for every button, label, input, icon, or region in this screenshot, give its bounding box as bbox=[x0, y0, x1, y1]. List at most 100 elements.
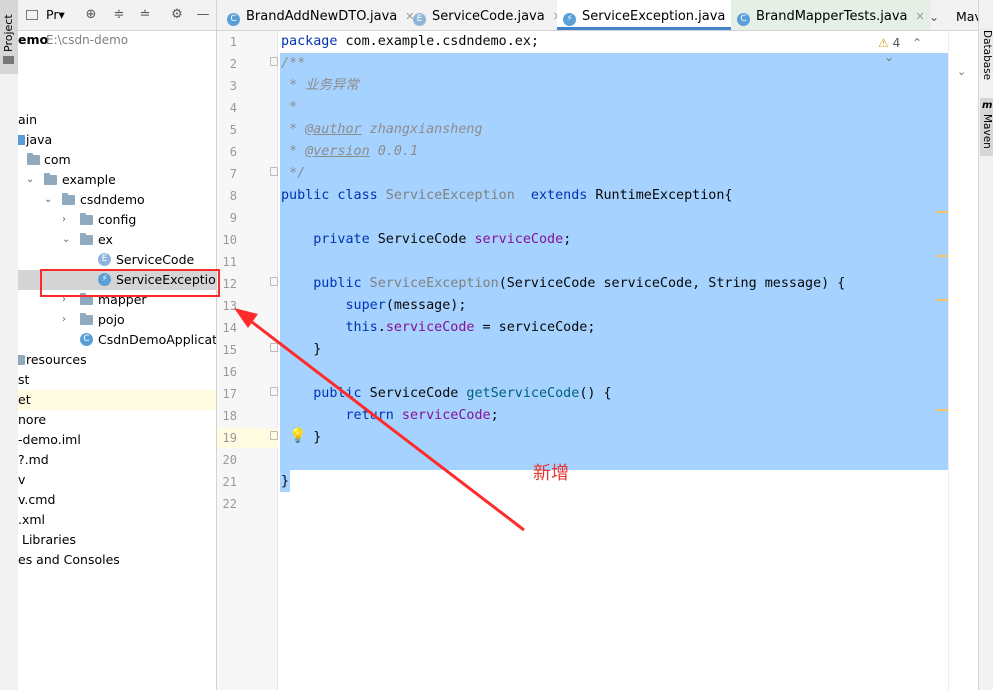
tree-item-label: ex bbox=[98, 232, 113, 247]
annotation-label: 新增 bbox=[533, 463, 569, 484]
tree-item-com[interactable]: com bbox=[18, 150, 216, 170]
change-marker[interactable] bbox=[936, 211, 948, 213]
tree-item-label: ServiceCode bbox=[116, 252, 195, 267]
tree-item-label: es and Consoles bbox=[18, 552, 120, 567]
line-number: 8 bbox=[229, 189, 237, 203]
fold-marker-icon[interactable] bbox=[270, 277, 278, 286]
tree-item-label: pojo bbox=[98, 312, 125, 327]
chevron-down-icon[interactable]: ⌄ bbox=[44, 190, 52, 210]
lightbulb-icon[interactable]: 💡 bbox=[289, 428, 306, 444]
inspection-widget[interactable]: ⚠ 4 ⌃ ⌄ bbox=[878, 36, 938, 64]
project-root-row[interactable]: emo E:\csdn-demo bbox=[18, 30, 216, 50]
tree-item-label: com bbox=[44, 152, 71, 167]
package-icon bbox=[80, 233, 93, 245]
chevron-up-icon[interactable]: ⌃ bbox=[912, 36, 922, 50]
change-marker[interactable] bbox=[936, 409, 948, 411]
tree-item-main[interactable]: ain bbox=[18, 110, 216, 130]
line-number: 15 bbox=[222, 343, 237, 357]
tree-item-label: java bbox=[26, 132, 53, 147]
fold-marker-icon[interactable] bbox=[270, 431, 278, 440]
tree-item-iml[interactable]: -demo.iml bbox=[18, 430, 216, 450]
tree-item-pojo[interactable]: › pojo bbox=[18, 310, 216, 330]
fold-marker-icon[interactable] bbox=[270, 387, 278, 396]
tree-item-label: ain bbox=[18, 112, 38, 127]
close-icon[interactable]: ✕ bbox=[916, 10, 925, 23]
project-root-name: emo bbox=[18, 32, 49, 47]
tab-overflow-menu[interactable]: ⌄ bbox=[929, 0, 939, 30]
resources-folder-icon bbox=[18, 355, 25, 365]
hide-panel-icon[interactable]: — bbox=[196, 8, 210, 22]
tree-item-config[interactable]: › config bbox=[18, 210, 216, 230]
database-tool-tab[interactable]: Database bbox=[980, 28, 993, 80]
code-line-5: * @author zhangxiansheng bbox=[281, 122, 483, 137]
chevron-right-icon[interactable]: › bbox=[62, 310, 66, 330]
tree-item-csdndemo[interactable]: ⌄ csdndemo bbox=[18, 190, 216, 210]
tab-brandmappertests[interactable]: C BrandMapperTests.java ✕ bbox=[731, 0, 931, 30]
package-icon bbox=[44, 173, 57, 185]
line-number: 13 bbox=[222, 299, 237, 313]
tree-item-resources[interactable]: resources bbox=[18, 350, 216, 370]
tab-serviceexception[interactable]: ⚡ServiceException.java✕ bbox=[557, 0, 749, 30]
tree-item-label: resources bbox=[26, 352, 87, 367]
fold-marker-icon[interactable] bbox=[270, 343, 278, 352]
tab-brandaddnewdto[interactable]: C BrandAddNewDTO.java ✕ bbox=[227, 0, 415, 30]
project-panel-header: Pr▾ ⊕ ≑ ≐ ⚙ — bbox=[18, 0, 216, 31]
maven-tool-tab[interactable]: m Maven bbox=[980, 98, 993, 156]
code-line-13: super(message); bbox=[281, 298, 467, 313]
enum-icon: E bbox=[98, 253, 111, 266]
tree-item-mvnw-cmd[interactable]: v.cmd bbox=[18, 490, 216, 510]
chevron-down-icon[interactable]: ⌄ bbox=[957, 65, 966, 78]
change-marker[interactable] bbox=[936, 255, 948, 257]
gear-icon[interactable]: ⚙ bbox=[170, 8, 184, 22]
tree-item-scratches[interactable]: es and Consoles bbox=[18, 550, 216, 570]
locate-file-icon[interactable]: ⊕ bbox=[84, 8, 98, 22]
line-number: 3 bbox=[229, 79, 237, 93]
change-marker[interactable] bbox=[936, 299, 948, 301]
code-line-4: * bbox=[281, 100, 298, 115]
tree-item-test[interactable]: st bbox=[18, 370, 216, 390]
code-line-18: return serviceCode; bbox=[281, 408, 499, 423]
tree-item-help-md[interactable]: ?.md bbox=[18, 450, 216, 470]
chevron-down-icon[interactable]: ⌄ bbox=[62, 230, 70, 250]
line-number: 12 bbox=[222, 277, 237, 291]
tree-item-mvnw[interactable]: v bbox=[18, 470, 216, 490]
expand-all-icon[interactable]: ≐ bbox=[138, 8, 152, 22]
project-root-path: E:\csdn-demo bbox=[46, 33, 129, 47]
code-line-1: package com.example.csdndemo.ex; bbox=[281, 34, 539, 49]
tree-item-label: ?.md bbox=[18, 452, 49, 467]
editor-scrollbar[interactable]: ⌄ bbox=[948, 31, 979, 690]
tab-servicecode[interactable]: EServiceCode.java✕ bbox=[413, 0, 562, 30]
fold-marker-icon[interactable] bbox=[270, 57, 278, 66]
line-number: 4 bbox=[229, 101, 237, 115]
project-tool-tab[interactable]: Project bbox=[0, 0, 18, 74]
chevron-down-icon[interactable]: ⌄ bbox=[26, 170, 34, 190]
code-line-3: * 业务异常 bbox=[281, 78, 359, 93]
chevron-right-icon[interactable]: › bbox=[62, 210, 66, 230]
tree-item-gitignore[interactable]: nore bbox=[18, 410, 216, 430]
tree-item-ex[interactable]: ⌄ ex bbox=[18, 230, 216, 250]
project-view-selector[interactable]: Pr▾ bbox=[46, 7, 65, 22]
spring-class-icon: C bbox=[80, 333, 93, 346]
line-number: 1 bbox=[229, 35, 237, 49]
collapse-all-icon[interactable]: ≑ bbox=[112, 8, 126, 22]
code-line-10: private ServiceCode serviceCode; bbox=[281, 232, 572, 247]
code-line-15: } bbox=[281, 342, 322, 357]
tree-item-servicecode[interactable]: E ServiceCode bbox=[18, 250, 216, 270]
package-icon bbox=[27, 153, 40, 165]
tree-item-csdndemoapplication[interactable]: C CsdnDemoApplicatio bbox=[18, 330, 216, 350]
line-number: 21 bbox=[222, 475, 237, 489]
tab-label: ServiceCode.java bbox=[432, 9, 545, 24]
chevron-down-icon[interactable]: ⌄ bbox=[884, 50, 894, 64]
fold-marker-icon[interactable] bbox=[270, 167, 278, 176]
tree-item-java[interactable]: java bbox=[18, 130, 216, 150]
tree-item-pom-xml[interactable]: .xml bbox=[18, 510, 216, 530]
project-view-icon[interactable] bbox=[26, 10, 38, 20]
database-tool-label: Database bbox=[981, 30, 993, 81]
tree-item-label: v.cmd bbox=[18, 492, 56, 507]
project-panel: Pr▾ ⊕ ≑ ≐ ⚙ — emo E:\csdn-demo ain java … bbox=[18, 0, 217, 690]
tree-item-label: example bbox=[62, 172, 116, 187]
line-number: 11 bbox=[222, 255, 237, 269]
tree-item-external-libraries[interactable]: Libraries bbox=[18, 530, 216, 550]
tree-item-target[interactable]: et bbox=[18, 390, 216, 410]
tree-item-example[interactable]: ⌄ example bbox=[18, 170, 216, 190]
